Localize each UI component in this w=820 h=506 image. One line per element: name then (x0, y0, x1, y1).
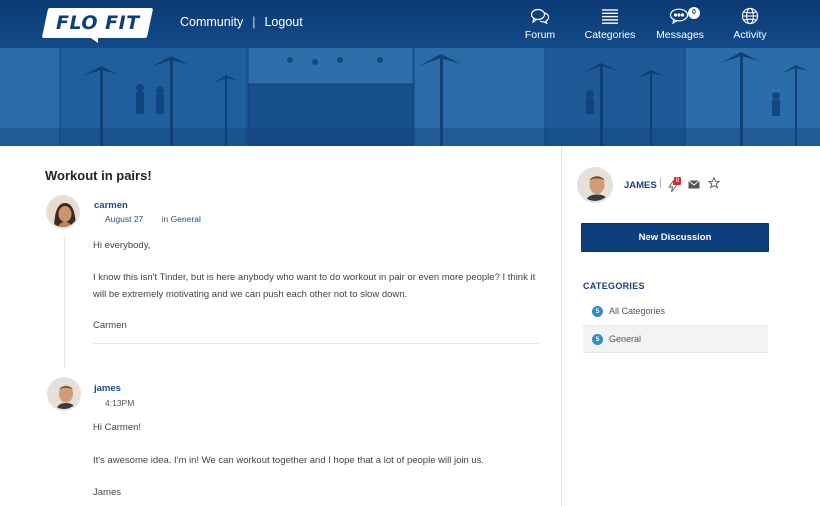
notifications-bolt-icon[interactable]: 8 (668, 177, 681, 193)
post-meta-james: 4:13PM (105, 398, 134, 408)
top-links: Community | Logout (180, 15, 303, 29)
nav-forum[interactable]: Forum (505, 6, 575, 41)
category-count-badge: 5 (592, 305, 603, 317)
category-count-badge: 5 (592, 333, 603, 345)
logout-link[interactable]: Logout (264, 15, 302, 29)
post-category-link[interactable]: General (171, 214, 201, 224)
avatar-carmen[interactable] (46, 195, 80, 229)
nav-forum-label: Forum (524, 29, 556, 41)
inbox-envelope-icon[interactable] (688, 176, 700, 194)
message-bubble-icon: 0 (645, 6, 715, 26)
logo-tail-shape (88, 36, 98, 43)
notifications-count-badge: 8 (674, 177, 681, 185)
post-signature: Carmen (93, 320, 127, 331)
nav-activity[interactable]: Activity (715, 6, 785, 41)
user-action-icons: 8 (668, 176, 721, 194)
post-paragraph: Hi Carmen! (93, 422, 142, 433)
site-header: FLO FIT Community | Logout Forum Categor… (0, 0, 820, 146)
right-sidebar: JAMES | 8 New Discussion CATEGORIES 5 Al… (561, 146, 820, 506)
bookmarks-star-icon[interactable] (707, 176, 721, 194)
logo-text: FLO FIT (55, 12, 140, 34)
post-paragraph: Hi everybody, (93, 240, 151, 251)
list-icon (575, 6, 645, 26)
post-divider (93, 343, 539, 344)
post-date[interactable]: August 27 (105, 214, 143, 224)
post-date[interactable]: 4:13PM (105, 398, 134, 408)
category-general[interactable]: 5 General (583, 325, 768, 353)
category-label: All Categories (609, 306, 666, 316)
discussion-main: Workout in pairs! carmen August 27 in Ge… (0, 146, 561, 506)
nav-activity-label: Activity (733, 29, 767, 41)
post-signature: James (93, 487, 121, 498)
category-label: General (609, 334, 642, 344)
nav-categories[interactable]: Categories (575, 6, 645, 41)
avatar-james[interactable] (47, 377, 81, 411)
new-discussion-button[interactable]: New Discussion (581, 223, 769, 252)
link-separator: | (252, 15, 256, 29)
top-navigation-bar: FLO FIT Community | Logout Forum Categor… (0, 0, 820, 48)
nav-messages-label: Messages (656, 29, 704, 41)
nav-categories-label: Categories (584, 29, 636, 41)
post-meta-carmen: August 27 in General (105, 214, 201, 224)
banner-photo-collage (0, 48, 820, 146)
categories-heading: CATEGORIES (583, 281, 645, 291)
flofit-logo[interactable]: FLO FIT (41, 8, 154, 38)
user-separator: | (659, 178, 662, 189)
category-all-categories[interactable]: 5 All Categories (583, 297, 768, 325)
current-user-name[interactable]: JAMES (624, 180, 657, 191)
community-link[interactable]: Community (180, 15, 243, 29)
chat-bubbles-icon (505, 6, 575, 26)
post-in-label: in (161, 214, 169, 224)
post-paragraph: I know this isn't Tinder, but is here an… (93, 272, 536, 300)
messages-count-badge: 0 (688, 7, 700, 19)
post-paragraph: It's awesome idea. I'm in! We can workou… (93, 455, 485, 466)
thread-connector-line (64, 237, 65, 367)
post-author-james[interactable]: james (94, 383, 121, 394)
discussion-title: Workout in pairs! (45, 168, 152, 183)
current-user-avatar[interactable] (577, 167, 613, 203)
nav-messages[interactable]: 0 Messages (645, 6, 715, 41)
globe-icon (715, 6, 785, 26)
post-author-carmen[interactable]: carmen (94, 200, 128, 211)
